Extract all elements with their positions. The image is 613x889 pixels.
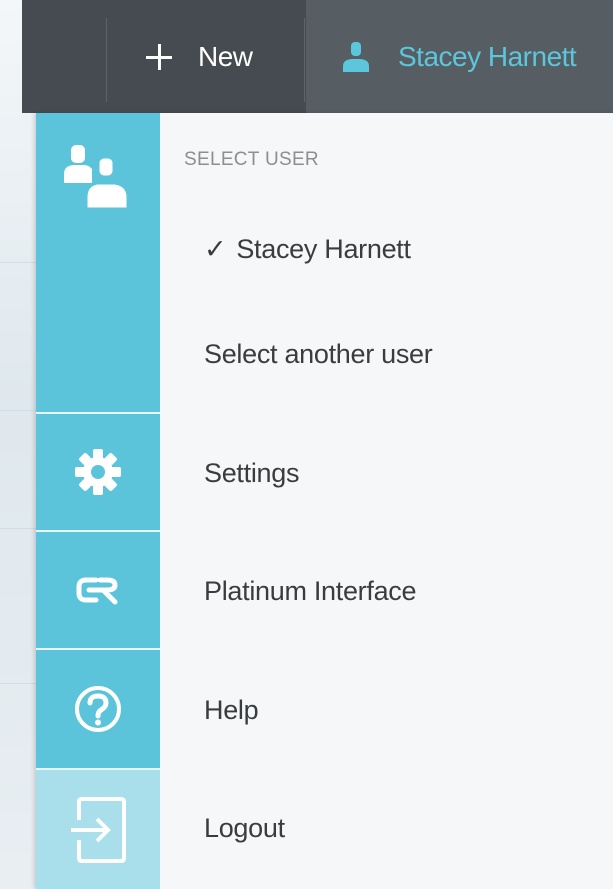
help-icon-cell[interactable] — [36, 648, 160, 768]
navbar-separator — [304, 18, 305, 102]
question-circle-icon — [75, 686, 121, 732]
user-icon — [343, 41, 369, 72]
background-divider — [0, 683, 36, 684]
logout-menu-item[interactable]: Logout — [204, 813, 285, 844]
current-user-name: Stacey Harnett — [398, 40, 577, 72]
plus-icon — [146, 43, 172, 70]
sign-out-icon — [71, 796, 126, 863]
background-divider — [0, 410, 36, 411]
select-user-icon-cell — [36, 113, 160, 412]
select-another-user-item[interactable]: Select another user — [204, 339, 433, 370]
new-button[interactable]: New — [112, 0, 304, 113]
help-menu-item[interactable]: Help — [204, 695, 259, 726]
settings-menu-item[interactable]: Settings — [204, 458, 299, 489]
user-dropdown-menu: SELECT USER ✓ Stacey Harnett Select anoth… — [36, 113, 613, 889]
platinum-interface-menu-item[interactable]: Platinum Interface — [204, 576, 417, 607]
gear-icon — [75, 449, 121, 495]
background-divider — [0, 262, 36, 263]
settings-icon-cell[interactable] — [36, 412, 160, 530]
logout-icon-cell[interactable] — [36, 768, 160, 889]
background-page-edge — [0, 0, 36, 889]
background-divider — [0, 528, 36, 529]
platinum-icon-cell[interactable] — [36, 530, 160, 648]
navbar-separator — [106, 18, 107, 102]
new-button-label: New — [198, 40, 253, 72]
user-menu-button[interactable]: Stacey Harnett — [306, 0, 613, 113]
current-user-item[interactable]: ✓ Stacey Harnett — [204, 234, 411, 265]
checkmark-icon: ✓ — [204, 234, 227, 264]
current-user-item-label: Stacey Harnett — [236, 234, 411, 264]
users-icon — [64, 145, 130, 211]
cr-logo-icon — [76, 577, 118, 605]
select-user-heading: SELECT USER — [184, 149, 319, 170]
icon-column — [36, 113, 160, 889]
